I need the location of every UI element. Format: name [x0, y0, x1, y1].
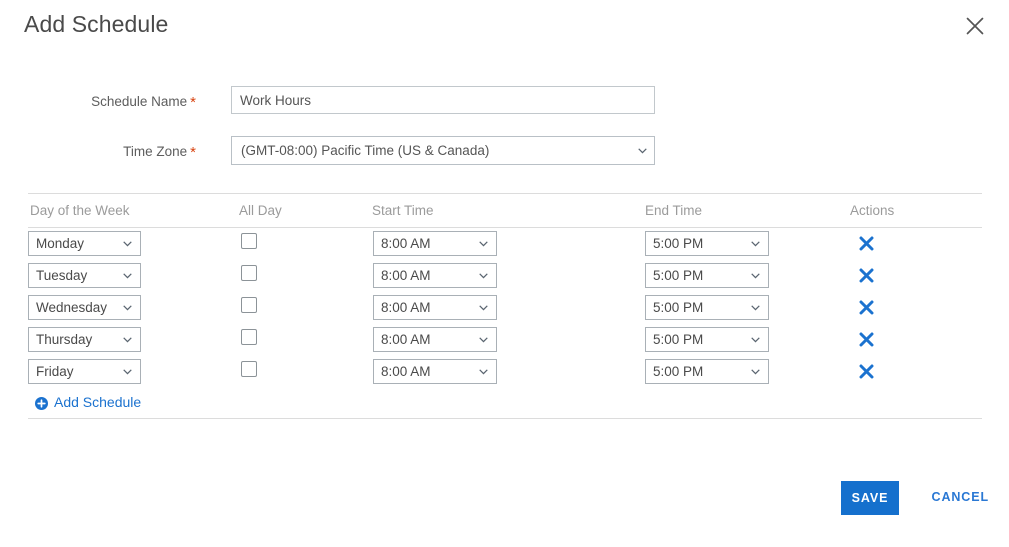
table-row: Tuesday 8:00 AM 5:00 PM: [28, 260, 982, 292]
time-zone-select[interactable]: (GMT-08:00) Pacific Time (US & Canada): [231, 136, 655, 165]
add-schedule-link-label: Add Schedule: [54, 394, 142, 410]
start-time-value: 8:00 AM: [381, 300, 431, 315]
save-button[interactable]: SAVE: [841, 481, 899, 515]
column-header-all-day: All Day: [239, 203, 282, 218]
delete-row-icon[interactable]: [854, 327, 878, 351]
end-time-select[interactable]: 5:00 PM: [645, 231, 769, 256]
schedule-name-row: Schedule Name *: [0, 86, 1009, 136]
start-time-select[interactable]: 8:00 AM: [373, 231, 497, 256]
chevron-down-icon: [123, 304, 132, 311]
end-time-select[interactable]: 5:00 PM: [645, 327, 769, 352]
time-zone-label: Time Zone *: [0, 144, 196, 161]
column-header-actions: Actions: [850, 203, 895, 218]
required-asterisk: *: [190, 94, 196, 111]
delete-row-icon[interactable]: [854, 263, 878, 287]
end-time-value: 5:00 PM: [653, 268, 704, 283]
schedule-name-label-text: Schedule Name: [91, 94, 188, 109]
start-time-select[interactable]: 8:00 AM: [373, 295, 497, 320]
schedule-table: Day of the Week All Day Start Time End T…: [28, 193, 982, 419]
end-time-value: 5:00 PM: [653, 364, 704, 379]
start-time-value: 8:00 AM: [381, 236, 431, 251]
table-row: Monday 8:00 AM 5:00 PM: [28, 228, 982, 260]
day-select-value: Friday: [36, 364, 74, 379]
day-select[interactable]: Wednesday: [28, 295, 141, 320]
start-time-select[interactable]: 8:00 AM: [373, 327, 497, 352]
day-select[interactable]: Thursday: [28, 327, 141, 352]
time-zone-select-value[interactable]: (GMT-08:00) Pacific Time (US & Canada): [231, 136, 655, 165]
delete-row-icon[interactable]: [854, 231, 878, 255]
table-bottom-divider: [28, 418, 982, 419]
plus-circle-icon: [35, 396, 48, 410]
cancel-button[interactable]: CANCEL: [932, 490, 989, 504]
end-time-value: 5:00 PM: [653, 236, 704, 251]
chevron-down-icon: [123, 368, 132, 375]
start-time-value: 8:00 AM: [381, 364, 431, 379]
end-time-select[interactable]: 5:00 PM: [645, 263, 769, 288]
end-time-select[interactable]: 5:00 PM: [645, 359, 769, 384]
schedule-name-input[interactable]: [231, 86, 655, 114]
required-asterisk: *: [190, 144, 196, 161]
chevron-down-icon: [479, 368, 488, 375]
end-time-value: 5:00 PM: [653, 300, 704, 315]
chevron-down-icon: [479, 272, 488, 279]
table-row: Wednesday 8:00 AM 5:00 PM: [28, 292, 982, 324]
start-time-select[interactable]: 8:00 AM: [373, 263, 497, 288]
start-time-select[interactable]: 8:00 AM: [373, 359, 497, 384]
schedule-form: Schedule Name* Time Zone* (GMT-08:00) Pa…: [0, 86, 1009, 186]
all-day-checkbox[interactable]: [241, 233, 257, 249]
all-day-checkbox[interactable]: [241, 265, 257, 281]
table-row: Thursday 8:00 AM 5:00 PM: [28, 324, 982, 356]
chevron-down-icon: [479, 240, 488, 247]
close-icon[interactable]: [963, 14, 987, 38]
dialog-footer: SAVE CANCEL: [0, 481, 1009, 521]
time-zone-label-text: Time Zone: [123, 144, 188, 159]
chevron-down-icon: [123, 240, 132, 247]
day-select[interactable]: Monday: [28, 231, 141, 256]
chevron-down-icon: [751, 336, 760, 343]
end-time-select[interactable]: 5:00 PM: [645, 295, 769, 320]
time-zone-row: Time Zone * (GMT-08:00) Pacific Time (US …: [0, 136, 1009, 186]
all-day-checkbox[interactable]: [241, 297, 257, 313]
table-row: Friday 8:00 AM 5:00 PM: [28, 356, 982, 388]
schedule-name-label: Schedule Name *: [0, 94, 196, 111]
chevron-down-icon: [123, 272, 132, 279]
chevron-down-icon: [479, 304, 488, 311]
day-select[interactable]: Friday: [28, 359, 141, 384]
start-time-value: 8:00 AM: [381, 268, 431, 283]
dialog-header: Add Schedule: [0, 0, 1009, 56]
page-title: Add Schedule: [24, 11, 169, 37]
day-select-value: Tuesday: [36, 268, 88, 283]
day-select-value: Monday: [36, 236, 85, 251]
chevron-down-icon: [479, 336, 488, 343]
all-day-checkbox[interactable]: [241, 329, 257, 345]
column-header-end-time: End Time: [645, 203, 703, 218]
add-schedule-link[interactable]: Add Schedule: [35, 394, 141, 410]
chevron-down-icon: [123, 336, 132, 343]
day-select-value: Wednesday: [36, 300, 108, 315]
column-header-start-time: Start Time: [372, 203, 434, 218]
delete-row-icon[interactable]: [854, 295, 878, 319]
chevron-down-icon: [751, 304, 760, 311]
chevron-down-icon: [751, 240, 760, 247]
add-schedule-row: Add Schedule: [28, 388, 982, 418]
delete-row-icon[interactable]: [854, 359, 878, 383]
chevron-down-icon: [751, 272, 760, 279]
start-time-value: 8:00 AM: [381, 332, 431, 347]
all-day-checkbox[interactable]: [241, 361, 257, 377]
day-select-value: Thursday: [36, 332, 93, 347]
end-time-value: 5:00 PM: [653, 332, 704, 347]
day-select[interactable]: Tuesday: [28, 263, 141, 288]
table-header-row: Day of the Week All Day Start Time End T…: [28, 194, 982, 227]
column-header-day: Day of the Week: [30, 203, 130, 218]
chevron-down-icon: [751, 368, 760, 375]
